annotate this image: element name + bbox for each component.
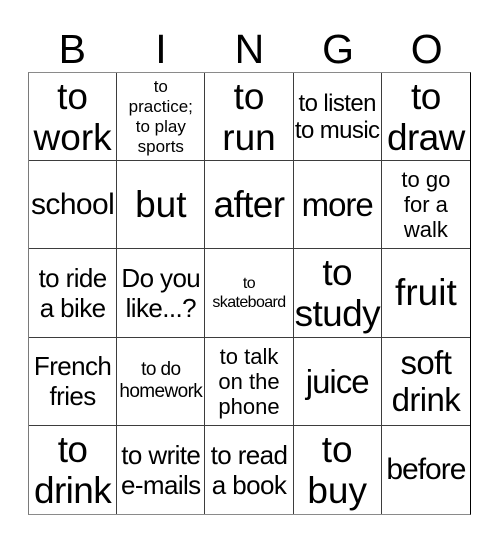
bingo-cell-label: to skateboard [212,274,286,311]
bingo-cell[interactable]: to listen to music [293,73,382,162]
bingo-cell-label: to draw [386,75,465,158]
bingo-cell[interactable]: but [117,161,206,250]
bingo-cell-label: after [213,184,285,226]
bingo-cell[interactable]: to write e-mails [117,425,206,514]
bingo-cell-label: to ride a bike [38,262,108,323]
bingo-cell[interactable]: Do you like...? [117,249,206,338]
bingo-cell[interactable]: after [205,161,294,250]
bingo-header-letter-b: B [58,26,86,72]
bingo-cell[interactable]: to talk on the phone [205,337,294,426]
bingo-cell[interactable]: to ride a bike [29,249,118,338]
bingo-cell[interactable]: to go for a walk [381,161,470,250]
bingo-cell-label: to do homework [119,359,203,403]
bingo-cell-label: to drink [33,428,112,511]
bingo-cell-label: to read a book [210,439,288,500]
bingo-cell-label: to go for a walk [401,167,451,243]
bingo-cell-label: school [31,187,115,221]
bingo-header-letter-n: N [234,26,265,72]
bingo-cell-label: fruit [395,272,457,314]
bingo-cell-label: to study [294,251,381,334]
bingo-header-letter-o: O [410,26,443,72]
bingo-header-letter-g: G [322,26,355,72]
bingo-cell[interactable]: to run [205,73,294,162]
bingo-header-letter-i: I [155,26,167,72]
bingo-cell-label: to run [222,75,276,158]
bingo-cell[interactable]: to drink [29,425,118,514]
bingo-cell-label: to write e-mails [120,439,201,500]
bingo-cell[interactable]: to skateboard [205,249,294,338]
bingo-cell[interactable]: more [293,161,382,250]
bingo-cell-label: French fries [33,351,112,412]
bingo-cell[interactable]: to buy [293,425,382,514]
bingo-cell[interactable]: to study [293,249,382,338]
bingo-cell-label: to talk on the phone [218,343,280,419]
bingo-cell-label: soft drink [391,344,461,419]
bingo-cell-label: Do you like...? [121,262,201,323]
bingo-cell[interactable]: to work [29,73,118,162]
bingo-cell[interactable]: fruit [381,249,470,338]
bingo-cell-label: more [301,186,374,224]
bingo-cell-label: juice [305,362,370,400]
bingo-cell[interactable]: juice [293,337,382,426]
bingo-cell-label: but [135,184,187,226]
bingo-cell-label: before [386,452,466,486]
bingo-cell[interactable]: before [381,425,470,514]
bingo-cell[interactable]: school [29,161,118,250]
bingo-cell-label: to buy [307,428,368,511]
bingo-cell[interactable]: soft drink [381,337,470,426]
bingo-cell[interactable]: to draw [381,73,470,162]
bingo-cell-label: to listen to music [294,89,380,144]
bingo-cell[interactable]: to practice; to play sports [117,73,206,162]
bingo-header-row: B I N G O [28,18,471,72]
bingo-cell[interactable]: French fries [29,337,118,426]
bingo-cell-label: to practice; to play sports [128,76,193,156]
bingo-grid: to work to practice; to play sports to r… [28,72,471,515]
bingo-cell[interactable]: to do homework [117,337,206,426]
bingo-card: B I N G O to work to practice; to play s… [0,0,500,544]
bingo-cell-label: to work [33,75,112,158]
bingo-cell[interactable]: to read a book [205,425,294,514]
